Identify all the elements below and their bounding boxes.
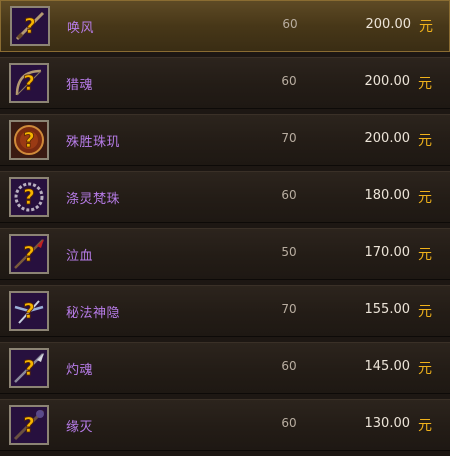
- currency-label: 元: [419, 19, 433, 35]
- item-level: 60: [281, 416, 297, 430]
- currency-label: 元: [418, 76, 432, 92]
- svg-text:?: ?: [24, 14, 36, 38]
- svg-text:?: ?: [23, 299, 35, 323]
- svg-text:?: ?: [23, 413, 35, 437]
- currency-label: 元: [418, 133, 432, 149]
- list-item[interactable]: ? 涤灵梵珠 60 180.00 元: [0, 171, 450, 223]
- item-price: 130.00: [364, 416, 411, 431]
- item-price: 200.00: [364, 74, 411, 89]
- item-name: 唤风: [67, 21, 95, 36]
- unidentified-bow-icon: ?: [9, 63, 49, 103]
- item-name: 殊胜珠玑: [66, 135, 121, 150]
- item-price: 200.00: [365, 17, 412, 32]
- item-level: 60: [281, 188, 297, 202]
- currency-label: 元: [418, 247, 432, 263]
- item-name: 缘灭: [66, 420, 94, 435]
- item-price-list: ? 唤风 60 200.00 元 ? 猎魂 60 200.00 元 ? 殊胜珠玑…: [0, 0, 450, 456]
- item-price: 145.00: [364, 359, 411, 374]
- list-item[interactable]: ? 泣血 50 170.00 元: [0, 228, 450, 280]
- item-level: 50: [281, 245, 297, 259]
- item-price: 200.00: [364, 131, 411, 146]
- svg-text:?: ?: [23, 356, 35, 380]
- list-item[interactable]: ? 秘法神隐 70 155.00 元: [0, 285, 450, 337]
- list-item[interactable]: ? 猎魂 60 200.00 元: [0, 57, 450, 109]
- item-name: 猎魂: [66, 78, 94, 93]
- item-name: 灼魂: [66, 363, 94, 378]
- list-item[interactable]: ? 缘灭 60 130.00 元: [0, 399, 450, 451]
- item-level: 60: [281, 359, 297, 373]
- svg-text:?: ?: [23, 71, 35, 95]
- svg-text:?: ?: [23, 128, 35, 152]
- item-price: 155.00: [364, 302, 411, 317]
- item-name: 泣血: [66, 249, 94, 264]
- item-price: 180.00: [364, 188, 411, 203]
- item-level: 60: [282, 17, 298, 31]
- unidentified-spear-icon: ?: [9, 234, 49, 274]
- item-level: 60: [281, 74, 297, 88]
- item-price: 170.00: [364, 245, 411, 260]
- unidentified-crossbow-icon: ?: [9, 291, 49, 331]
- unidentified-staff-icon: ?: [9, 405, 49, 445]
- item-name: 秘法神隐: [66, 306, 121, 321]
- currency-label: 元: [418, 418, 432, 434]
- svg-text:?: ?: [23, 242, 35, 266]
- item-level: 70: [281, 302, 297, 316]
- svg-text:?: ?: [23, 185, 35, 209]
- unidentified-spear-icon: ?: [9, 348, 49, 388]
- list-item[interactable]: ? 殊胜珠玑 70 200.00 元: [0, 114, 450, 166]
- currency-label: 元: [418, 304, 432, 320]
- list-item[interactable]: ? 唤风 60 200.00 元: [0, 0, 450, 52]
- item-level: 70: [281, 131, 297, 145]
- currency-label: 元: [418, 190, 432, 206]
- unidentified-beads-icon: ?: [9, 177, 49, 217]
- item-name: 涤灵梵珠: [66, 192, 121, 207]
- currency-label: 元: [418, 361, 432, 377]
- unidentified-orb-icon: ?: [9, 120, 49, 160]
- unidentified-weapon-icon: ?: [10, 6, 50, 46]
- list-item[interactable]: ? 灼魂 60 145.00 元: [0, 342, 450, 394]
